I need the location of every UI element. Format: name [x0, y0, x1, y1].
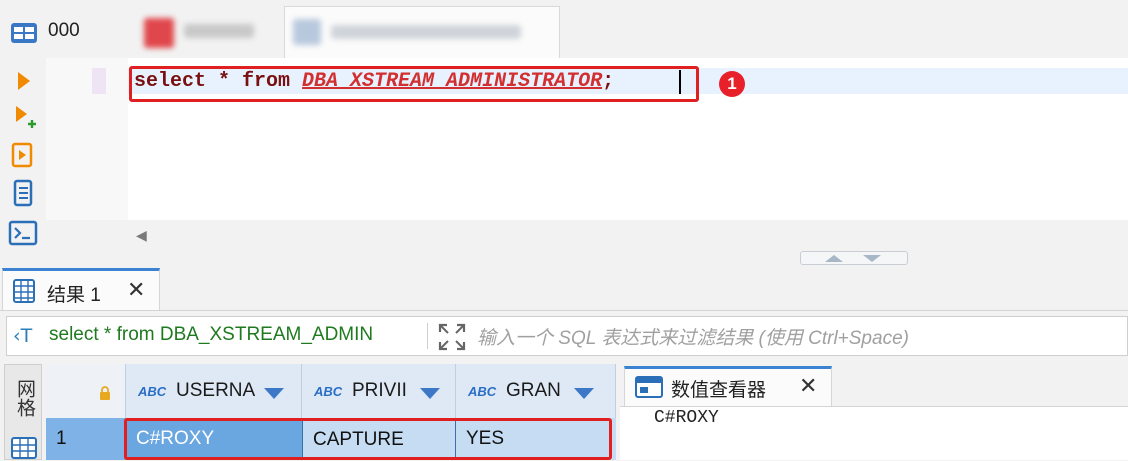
- tab-value-viewer[interactable]: 数值查看器 ✕: [624, 366, 832, 406]
- grid-view-label: 网格: [14, 379, 35, 417]
- execute-script-icon[interactable]: [8, 140, 38, 170]
- redacted-script-label: [331, 25, 521, 39]
- result-tab-label: 结果 1: [47, 285, 101, 306]
- database-connection-icon: [11, 23, 37, 43]
- maximize-results-icon[interactable]: [863, 255, 881, 262]
- column-name: USERNA: [176, 380, 256, 401]
- row-number-header: [46, 364, 126, 418]
- connection-tab-label[interactable]: 000: [48, 20, 80, 42]
- redacted-script-title: [293, 17, 543, 49]
- redacted-connection-tab[interactable]: [140, 12, 270, 52]
- tab-result-1[interactable]: 结果 1 ✕: [2, 268, 160, 310]
- column-header-privilege[interactable]: ABC PRIVII: [302, 364, 456, 418]
- row-number[interactable]: 1: [46, 418, 126, 460]
- editor-gutter: [46, 58, 128, 220]
- results-tab-bar: [0, 266, 1128, 311]
- expand-icon[interactable]: [437, 322, 467, 352]
- close-icon[interactable]: ✕: [127, 277, 145, 303]
- string-type-icon: ABC: [314, 384, 343, 399]
- scroll-left-arrow-icon[interactable]: ◀: [136, 227, 147, 244]
- script-tab[interactable]: [284, 6, 560, 59]
- execute-in-new-tab-icon[interactable]: [8, 102, 38, 132]
- annotation-box-row: [124, 418, 612, 460]
- grid-view-icon: [11, 437, 37, 459]
- chevron-down-icon[interactable]: [420, 388, 440, 399]
- redacted-icon: [144, 18, 174, 48]
- value-viewer-label: 数值查看器: [671, 380, 767, 401]
- horizontal-scrollbar[interactable]: [128, 220, 1128, 252]
- script-icon: [293, 19, 321, 45]
- string-type-icon: ABC: [468, 384, 497, 399]
- execute-statement-icon[interactable]: [8, 66, 38, 96]
- grid-view-tab[interactable]: 网格: [4, 364, 42, 460]
- redacted-label: [184, 24, 254, 38]
- lock-icon: [100, 386, 110, 400]
- current-line-marker: [92, 68, 106, 94]
- divider: [427, 323, 428, 349]
- annotation-badge-1: 1: [719, 71, 745, 97]
- filter-input[interactable]: 输入一个 SQL 表达式来过滤结果 (使用 Ctrl+Space): [477, 323, 909, 350]
- results-grid-icon: [13, 279, 35, 303]
- sql-text-icon: ‹T: [13, 325, 33, 347]
- annotation-box-sql: [129, 66, 699, 102]
- script-document-icon[interactable]: [8, 178, 38, 208]
- column-header-grant[interactable]: ABC GRAN: [456, 364, 616, 418]
- column-header-username[interactable]: ABC USERNA: [126, 364, 302, 418]
- terminal-icon[interactable]: [8, 218, 38, 248]
- string-type-icon: ABC: [138, 384, 167, 399]
- maximize-editor-icon[interactable]: [825, 255, 843, 262]
- value-viewer-icon: [635, 376, 663, 398]
- chevron-down-icon[interactable]: [574, 388, 594, 399]
- editor-toolbar: [0, 58, 46, 260]
- close-icon[interactable]: ✕: [799, 373, 817, 399]
- filter-query-label[interactable]: select * from DBA_XSTREAM_ADMIN: [49, 324, 373, 346]
- result-filter-bar: ‹T select * from DBA_XSTREAM_ADMIN 输入一个 …: [6, 316, 1128, 356]
- value-viewer-content[interactable]: C#ROXY: [654, 408, 719, 428]
- column-name: PRIVII: [352, 380, 407, 401]
- column-name: GRAN: [506, 380, 561, 401]
- chevron-down-icon[interactable]: [264, 388, 284, 399]
- panel-splitter[interactable]: [800, 251, 908, 265]
